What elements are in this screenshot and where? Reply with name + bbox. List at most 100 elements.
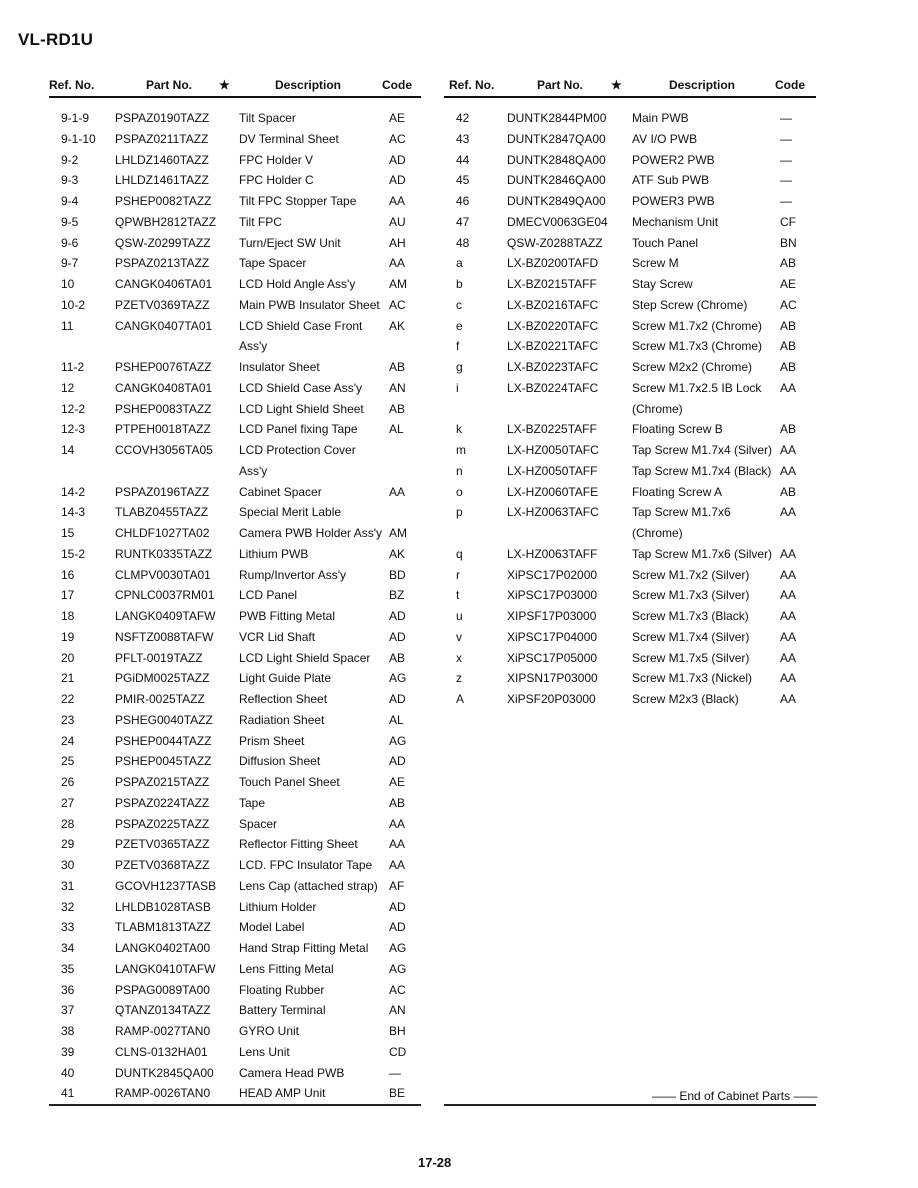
table-row: A XiPSF20P03000 Screw M2x3 (Black) AA	[444, 689, 816, 710]
ref-no-cell: 39	[61, 1044, 75, 1059]
part-no-cell: LX-HZ0063TAFC	[507, 505, 599, 520]
part-no-cell: PSPAZ0215TAZZ	[115, 775, 210, 789]
part-no-cell: XiPSF20P03000	[507, 692, 596, 706]
description-cell: LCD. FPC Insulator Tape	[239, 858, 373, 872]
description-cell: LCD Protection Cover	[239, 443, 356, 457]
ref-no-cell: 14-2	[61, 484, 86, 499]
table-row: 36 PSPAG0089TA00 Floating Rubber AC	[49, 980, 421, 1001]
part-no-cell: TLABM1813TAZZ	[115, 920, 211, 935]
part-no-cell: PFLT-0019TAZZ	[115, 650, 203, 665]
code-cell: AG	[389, 941, 407, 955]
ref-no-cell: 18	[61, 609, 75, 623]
part-no-cell: RAMP-0027TAN0	[115, 1024, 211, 1038]
description-cell: POWER3 PWB	[632, 194, 715, 208]
ref-no-cell: 16	[61, 567, 75, 582]
ref-no-cell: 12-2	[61, 401, 86, 416]
table-row: 9-4 PSHEP0082TAZZ Tilt FPC Stopper Tape AA	[49, 191, 421, 212]
table-row: v XiPSC17P04000 Screw M1.7x4 (Silver) AA	[444, 627, 816, 648]
part-no-cell: LX-BZ0223TAFC	[507, 360, 599, 374]
ref-no-cell: 28	[61, 816, 75, 831]
code-cell: AC	[389, 982, 406, 997]
ref-no-cell: k	[456, 422, 462, 437]
description-cell: Screw M1.7x4 (Silver)	[632, 629, 750, 644]
code-cell: AH	[389, 235, 406, 250]
ref-no-cell: v	[456, 629, 462, 644]
part-no-cell: LX-HZ0060TAFE	[507, 484, 599, 499]
description-cell: Main PWB	[632, 111, 689, 125]
code-cell: —	[780, 131, 792, 146]
code-cell: —	[389, 1065, 401, 1080]
ref-no-cell: 40	[61, 1065, 75, 1080]
header-description: Description	[669, 78, 736, 92]
part-no-cell: LANGK0410TAFW	[115, 961, 216, 976]
part-no-cell: PSPAZ0196TAZZ	[115, 484, 210, 499]
parts-table-left: Ref. No. Part No. ★ Description Code 9-1…	[49, 72, 421, 1100]
table-header: Ref. No. Part No. ★ Description Code	[49, 72, 421, 98]
code-cell: AA	[780, 650, 797, 665]
table-row: 14 CCOVH3056TA05 LCD Protection Cover	[49, 440, 421, 461]
table-row: Ass'y	[49, 336, 421, 357]
part-no-cell: LX-HZ0050TAFC	[507, 443, 599, 457]
table-row: 48 QSW-Z0288TAZZ Touch Panel BN	[444, 233, 816, 254]
code-cell: CF	[780, 214, 796, 229]
ref-no-cell: 15	[61, 526, 75, 540]
ref-no-cell: 38	[61, 1024, 75, 1038]
ref-no-cell: 9-2	[61, 152, 79, 167]
table-row: 40 DUNTK2845QA00 Camera Head PWB —	[49, 1063, 421, 1084]
ref-no-cell: 9-5	[61, 214, 79, 229]
ref-no-cell: m	[456, 443, 466, 457]
table-row: 9-5 QPWBH2812TAZZ Tilt FPC AU	[49, 212, 421, 233]
table-row: 31 GCOVH1237TASB Lens Cap (attached strap)…	[49, 876, 421, 897]
table-row: 12 CANGK0408TA01 LCD Shield Case Ass'y AN	[49, 378, 421, 399]
table-row: 42 DUNTK2844PM00 Main PWB —	[444, 108, 816, 129]
code-cell: AM	[389, 526, 407, 540]
description-cell: Screw M1.7x2.5 IB Lock	[632, 380, 762, 395]
part-no-cell: CLMPV0030TA01	[115, 567, 211, 582]
code-cell: AK	[389, 318, 406, 333]
part-no-cell: LX-BZ0225TAFF	[507, 422, 597, 437]
header-part-no: Part No.	[537, 78, 584, 92]
code-cell: —	[780, 194, 792, 208]
ref-no-cell: r	[456, 567, 460, 582]
part-no-cell: XiPSC17P03000	[507, 588, 598, 603]
table-row: 16 CLMPV0030TA01 Rump/Invertor Ass'y BD	[49, 565, 421, 586]
code-cell: AA	[780, 546, 797, 561]
part-no-cell: CHLDF1027TA02	[115, 526, 210, 540]
bottom-rule-right	[444, 1104, 816, 1106]
part-no-cell: PGiDM0025TAZZ	[115, 671, 210, 686]
description-cell: Battery Terminal	[239, 1003, 326, 1018]
ref-no-cell: c	[456, 297, 462, 312]
part-no-cell: PMIR-0025TAZZ	[115, 692, 205, 706]
ref-no-cell: x	[456, 650, 462, 665]
table-row: 44 DUNTK2848QA00 POWER2 PWB —	[444, 150, 816, 171]
ref-no-cell: a	[456, 256, 463, 271]
code-cell: AA	[389, 256, 406, 271]
ref-no-cell: 11	[61, 318, 74, 333]
part-no-cell: XiPSC17P05000	[507, 650, 598, 665]
table-row: q LX-HZ0063TAFF Tap Screw M1.7x6 (Silver) A…	[444, 544, 816, 565]
table-row: 46 DUNTK2849QA00 POWER3 PWB —	[444, 191, 816, 212]
part-no-cell: PSPAZ0190TAZZ	[115, 111, 210, 125]
description-cell: Tilt Spacer	[239, 111, 296, 125]
part-no-cell: NSFTZ0088TAFW	[115, 629, 214, 644]
description-cell: Hand Strap Fitting Metal	[239, 941, 369, 955]
header-code: Code	[382, 78, 412, 92]
ref-no-cell: 32	[61, 899, 75, 914]
description-cell: Tilt FPC Stopper Tape	[239, 194, 357, 208]
part-no-cell: PZETV0368TAZZ	[115, 858, 210, 872]
description-cell: Lens Unit	[239, 1044, 290, 1059]
code-cell: AK	[389, 546, 406, 561]
table-row: 11-2 PSHEP0076TAZZ Insulator Sheet AB	[49, 357, 421, 378]
part-no-cell: XiPSC17P04000	[507, 629, 598, 644]
code-cell: BN	[780, 235, 797, 250]
part-no-cell: DUNTK2847QA00	[507, 131, 606, 146]
description-cell: Cabinet Spacer	[239, 484, 322, 499]
table-header: Ref. No. Part No. ★ Description Code	[444, 72, 816, 98]
ref-no-cell: 47	[456, 214, 470, 229]
ref-no-cell: o	[456, 484, 463, 499]
ref-no-cell: 45	[456, 173, 470, 188]
description-cell: Lens Fitting Metal	[239, 961, 334, 976]
part-no-cell: DMECV0063GE04	[507, 214, 608, 229]
table-row: (Chrome)	[444, 523, 816, 544]
code-cell: AB	[780, 339, 797, 354]
